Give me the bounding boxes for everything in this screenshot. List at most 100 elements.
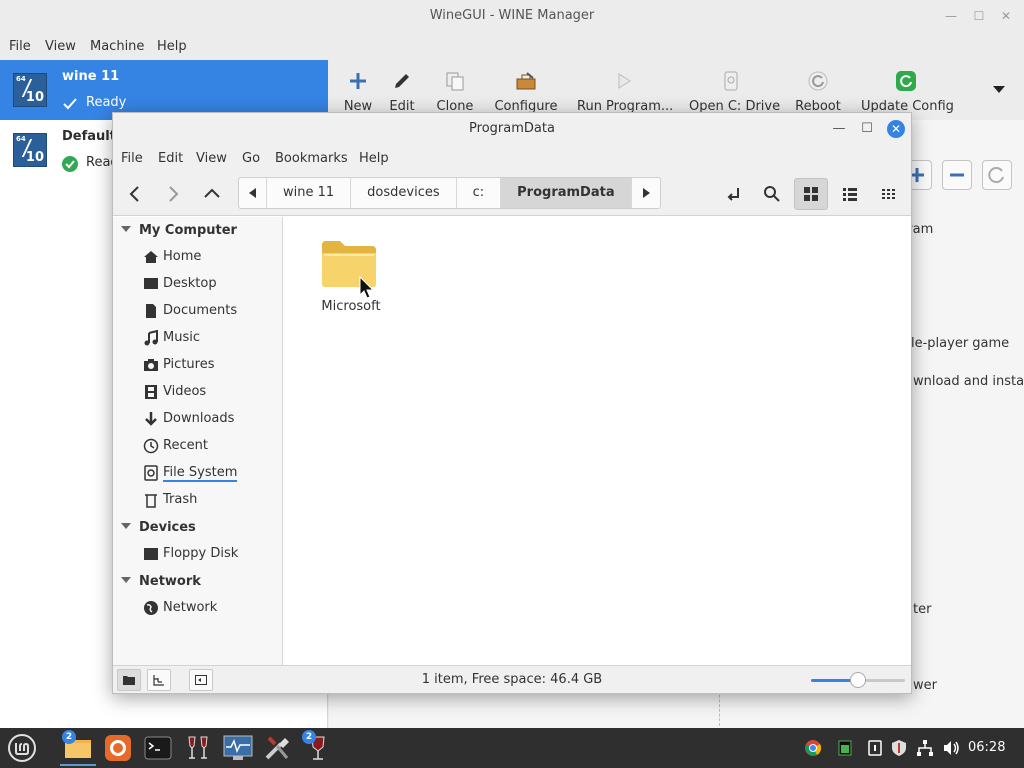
zoom-slider[interactable] [811, 672, 905, 688]
minimize-icon[interactable]: — [944, 9, 958, 23]
clone-button[interactable]: Clone [433, 60, 477, 120]
minimize-icon[interactable]: — [831, 121, 847, 137]
clock-icon [143, 438, 159, 454]
chrome-icon[interactable] [804, 739, 822, 757]
winegui-menu-machine[interactable]: Machine [90, 39, 144, 54]
refresh-icon[interactable] [982, 160, 1012, 190]
place-floppy-disk[interactable]: Floppy Disk [143, 544, 279, 566]
battery-monitor-icon[interactable] [836, 739, 854, 757]
fm-menu-bookmarks[interactable]: Bookmarks [275, 151, 348, 166]
icon-view-button[interactable] [794, 178, 828, 210]
search-button[interactable] [755, 178, 789, 210]
close-icon[interactable]: ✕ [887, 120, 905, 138]
linux-mint-logo-icon [8, 734, 36, 762]
forward-arrow-icon[interactable] [161, 182, 185, 206]
taskbar-winegui[interactable]: 2 [300, 730, 336, 766]
grid-icon [804, 187, 818, 201]
edit-button[interactable]: Edit [385, 60, 419, 120]
taskbar-files[interactable]: 2 [60, 730, 96, 766]
firefox-icon [105, 735, 131, 761]
folder-name: Microsoft [321, 299, 381, 314]
mint-menu-button[interactable] [4, 730, 40, 766]
volume-icon[interactable] [942, 739, 960, 757]
run-program-button[interactable]: Run Program... [577, 60, 673, 120]
chevron-down-icon[interactable] [993, 86, 1005, 94]
fm-menu-edit[interactable]: Edit [158, 151, 183, 166]
back-arrow-icon[interactable] [123, 182, 147, 206]
place-music[interactable]: Music [143, 328, 279, 350]
toggle-location-button[interactable] [717, 178, 751, 210]
folder-item[interactable]: Microsoft [314, 235, 388, 325]
copy-icon [446, 72, 464, 91]
taskbar-winecfg[interactable] [260, 730, 296, 766]
monitor-icon [223, 735, 253, 760]
download-arrow-icon [145, 412, 157, 426]
place-pictures[interactable]: Pictures [143, 355, 279, 377]
desktop-icon [144, 278, 158, 289]
globe-icon [144, 601, 158, 615]
breadcrumb-scroll-right[interactable] [632, 178, 660, 208]
machine-status: Ready [86, 95, 127, 110]
taskbar: 2 2 06:28 [0, 728, 1024, 768]
taskbar-terminal[interactable] [140, 730, 176, 766]
breadcrumb-c-drive[interactable]: c: [457, 178, 502, 208]
compact-view-button[interactable] [872, 178, 906, 210]
breadcrumb-scroll-left[interactable] [239, 178, 267, 208]
update-config-button[interactable]: Update Config [861, 60, 954, 120]
zoom-slider-thumb[interactable] [850, 672, 866, 688]
place-documents[interactable]: Documents [143, 301, 279, 323]
status-text: 1 item, Free space: 46.4 GB [421, 672, 603, 687]
place-recent[interactable]: Recent [143, 436, 279, 458]
up-arrow-icon[interactable] [200, 182, 224, 206]
location-toggle-icon [727, 188, 739, 201]
clock[interactable]: 06:28 [968, 740, 1005, 755]
taskbar-system-monitor[interactable] [220, 730, 256, 766]
terminal-icon [144, 736, 172, 760]
place-downloads[interactable]: Downloads [143, 409, 279, 431]
place-trash[interactable]: Trash [143, 490, 279, 512]
winegui-menubar: File View Machine Help [0, 33, 1024, 60]
breadcrumb-wine-11[interactable]: wine 11 [267, 178, 352, 208]
place-home[interactable]: Home [143, 247, 279, 269]
reboot-button[interactable]: Reboot [793, 60, 843, 120]
places-heading-my-computer[interactable]: My Computer [121, 223, 237, 238]
new-button[interactable]: New [333, 60, 383, 120]
list-view-button[interactable] [833, 178, 867, 210]
winegui-menu-help[interactable]: Help [157, 39, 187, 54]
fm-menu-view[interactable]: View [196, 151, 227, 166]
remove-icon[interactable] [942, 160, 972, 190]
open-c-drive-button[interactable]: Open C: Drive [689, 60, 780, 120]
close-icon[interactable]: ✕ [999, 9, 1013, 23]
place-file-system[interactable]: File System [143, 463, 279, 485]
winegui-menu-view[interactable]: View [45, 39, 76, 54]
configure-button[interactable]: Configure [491, 60, 561, 120]
breadcrumb-dosdevices[interactable]: dosdevices [351, 178, 457, 208]
clipboard-icon[interactable] [866, 739, 884, 757]
windows-10-icon: 64 10 [13, 73, 47, 107]
fm-menu-help[interactable]: Help [359, 151, 389, 166]
shield-icon[interactable] [890, 739, 908, 757]
film-icon [145, 385, 157, 399]
places-heading-devices[interactable]: Devices [121, 520, 196, 535]
places-heading-network[interactable]: Network [121, 574, 201, 589]
place-desktop[interactable]: Desktop [143, 274, 279, 296]
place-network[interactable]: Network [143, 598, 279, 620]
machine-item-wine-11[interactable]: 64 10 wine 11 Ready [0, 60, 328, 120]
winegui-menu-file[interactable]: File [9, 39, 31, 54]
maximize-icon[interactable]: ☐ [972, 9, 986, 23]
fm-menu-file[interactable]: File [121, 151, 143, 166]
home-icon [144, 251, 158, 263]
place-videos[interactable]: Videos [143, 382, 279, 404]
network-icon[interactable] [916, 739, 934, 757]
taskbar-wine-glasses[interactable] [180, 730, 216, 766]
toolbox-icon [516, 72, 536, 90]
window-count-badge: 2 [62, 730, 76, 744]
maximize-icon[interactable]: ☐ [859, 121, 875, 137]
refresh-icon [808, 71, 828, 91]
taskbar-firefox[interactable] [100, 730, 136, 766]
windows-10-icon: 64 10 [13, 133, 47, 167]
status-bar: 1 item, Free space: 46.4 GB [113, 665, 911, 693]
file-view[interactable]: Microsoft [284, 217, 911, 665]
fm-menu-go[interactable]: Go [242, 151, 260, 166]
breadcrumb-programdata[interactable]: ProgramData [501, 178, 632, 208]
